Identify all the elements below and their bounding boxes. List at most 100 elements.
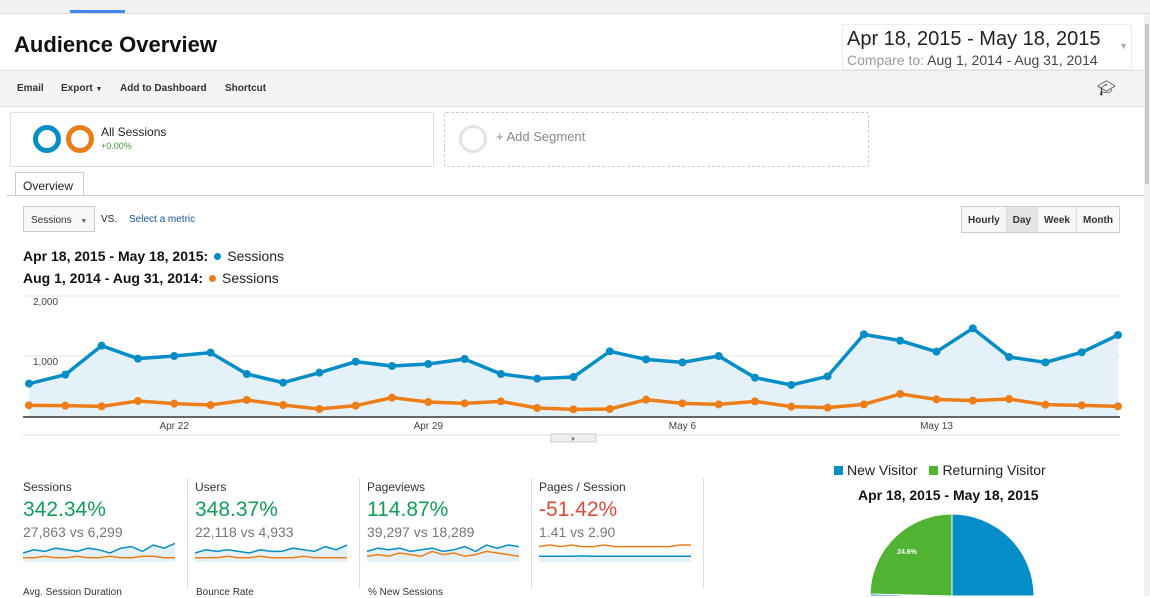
pie-legend: New Visitor Returning Visitor — [834, 462, 1046, 478]
pie-title: Apr 18, 2015 - May 18, 2015 — [858, 487, 1039, 503]
tab-overview[interactable]: Overview — [15, 172, 84, 196]
metric-change: 114.87% — [367, 498, 448, 522]
metric-users[interactable]: Users348.37%22,118 vs 4,933 — [195, 478, 360, 588]
active-tab-indicator — [70, 10, 125, 13]
caret-down-icon: ▼ — [570, 437, 576, 443]
segment-ring-orange-icon — [66, 125, 94, 153]
data-point — [896, 337, 904, 345]
week-button[interactable]: Week — [1038, 207, 1077, 232]
sparkline — [539, 542, 691, 562]
metric-name: Sessions — [23, 480, 72, 494]
data-point — [933, 348, 941, 356]
caret-down-icon: ▼ — [95, 86, 102, 93]
data-point — [715, 352, 723, 360]
data-point — [207, 401, 215, 409]
data-point — [497, 370, 505, 378]
data-point — [1005, 353, 1013, 361]
legend-square-icon — [929, 466, 938, 475]
add-segment-button[interactable]: + Add Segment — [444, 112, 869, 167]
sparkline — [367, 542, 519, 562]
data-point — [1078, 348, 1086, 356]
data-point — [388, 394, 396, 402]
data-point — [207, 349, 215, 357]
add-to-dashboard-button[interactable]: Add to Dashboard — [120, 83, 207, 94]
data-point — [170, 400, 178, 408]
month-button[interactable]: Month — [1077, 207, 1119, 232]
metric-label: Bounce Rate — [196, 589, 254, 596]
add-segment-label: + Add Segment — [496, 129, 585, 144]
data-point — [61, 402, 69, 410]
sparkline-compare — [539, 545, 691, 547]
data-point — [315, 369, 323, 377]
pie-slice-label: 24.6% — [897, 549, 918, 556]
data-point — [1005, 395, 1013, 403]
data-point — [860, 400, 868, 408]
metric-change: -51.42% — [539, 498, 617, 522]
data-point — [279, 401, 287, 409]
data-point — [98, 342, 106, 350]
data-point — [824, 404, 832, 412]
compare-range: Aug 1, 2014 - Aug 31, 2014 — [927, 52, 1097, 68]
data-point — [678, 358, 686, 366]
segment-name: All Sessions — [101, 125, 166, 139]
metric-sessions[interactable]: Sessions342.34%27,863 vs 6,299 — [23, 478, 188, 588]
browser-top-bar — [0, 0, 1150, 14]
pie-slice-new-visitor — [952, 514, 1034, 596]
data-point — [388, 362, 396, 370]
segment-ring-blue-icon — [33, 125, 61, 153]
legend-compare: Aug 1, 2014 - Aug 31, 2014:Sessions — [23, 270, 279, 286]
empty-segment-ring-icon — [459, 125, 487, 153]
data-point — [642, 355, 650, 363]
data-point — [570, 373, 578, 381]
data-point — [1114, 331, 1122, 339]
data-point — [243, 396, 251, 404]
legend-range: Apr 18, 2015 - May 18, 2015: — [23, 248, 208, 264]
export-button[interactable]: Export ▼ — [61, 83, 102, 94]
email-button[interactable]: Email — [17, 83, 44, 94]
data-point — [461, 355, 469, 363]
metric-pageviews[interactable]: Pageviews 114.87% 39,297 vs 18,289 — [367, 478, 532, 588]
x-tick-label: May 13 — [920, 421, 953, 432]
data-point — [98, 402, 106, 410]
metric-pages-session[interactable]: Pages / Session-51.42%1.41 vs 2.90 — [539, 478, 704, 588]
shortcut-button[interactable]: Shortcut — [225, 83, 266, 94]
visitor-pie-chart: 24.6% — [860, 505, 1050, 596]
data-point — [424, 360, 432, 368]
data-point — [134, 397, 142, 405]
metric-values: 1.41 vs 2.90 — [539, 524, 615, 540]
data-point — [896, 390, 904, 398]
legend-returning-visitor: Returning Visitor — [942, 462, 1045, 478]
metric-select[interactable]: Sessions ▼ — [23, 206, 95, 232]
data-point — [25, 380, 33, 388]
legend-metric: Sessions — [222, 270, 279, 286]
scrollbar[interactable] — [1144, 14, 1150, 596]
day-button[interactable]: Day — [1007, 207, 1038, 232]
data-point — [787, 403, 795, 411]
x-tick-label: May 6 — [669, 421, 697, 432]
sessions-line-chart: 2,0001,000Apr 22Apr 29May 6May 13▼ — [0, 290, 1130, 445]
date-range-picker[interactable]: Apr 18, 2015 - May 18, 2015 Compare to: … — [842, 24, 1132, 70]
select-metric-link[interactable]: Select a metric — [129, 214, 195, 225]
data-point — [570, 405, 578, 413]
hourly-button[interactable]: Hourly — [962, 207, 1007, 232]
data-point — [787, 381, 795, 389]
data-point — [533, 375, 541, 383]
scrollbar-thumb[interactable] — [1145, 24, 1149, 184]
legend-dot-icon — [209, 275, 216, 282]
metric-name: Pageviews — [367, 480, 425, 494]
data-point — [606, 405, 614, 413]
metric-change: 348.37% — [195, 498, 278, 522]
data-point — [1078, 401, 1086, 409]
x-tick-label: Apr 29 — [414, 421, 444, 432]
segment-all-sessions[interactable]: All Sessions +0.00% — [10, 112, 434, 167]
sparkline — [195, 542, 347, 562]
granularity-buttons: Hourly Day Week Month — [961, 206, 1120, 233]
legend-new-visitor: New Visitor — [847, 462, 918, 478]
data-point — [751, 374, 759, 382]
graduation-cap-icon[interactable]: 🎓︎ — [1097, 79, 1116, 97]
segment-change: +0.00% — [101, 141, 132, 151]
data-point — [533, 404, 541, 412]
toolbar: Email Export ▼ Add to Dashboard Shortcut… — [0, 70, 1144, 107]
vs-label: VS. — [101, 214, 117, 225]
metric-values: 39,297 vs 18,289 — [367, 524, 474, 540]
